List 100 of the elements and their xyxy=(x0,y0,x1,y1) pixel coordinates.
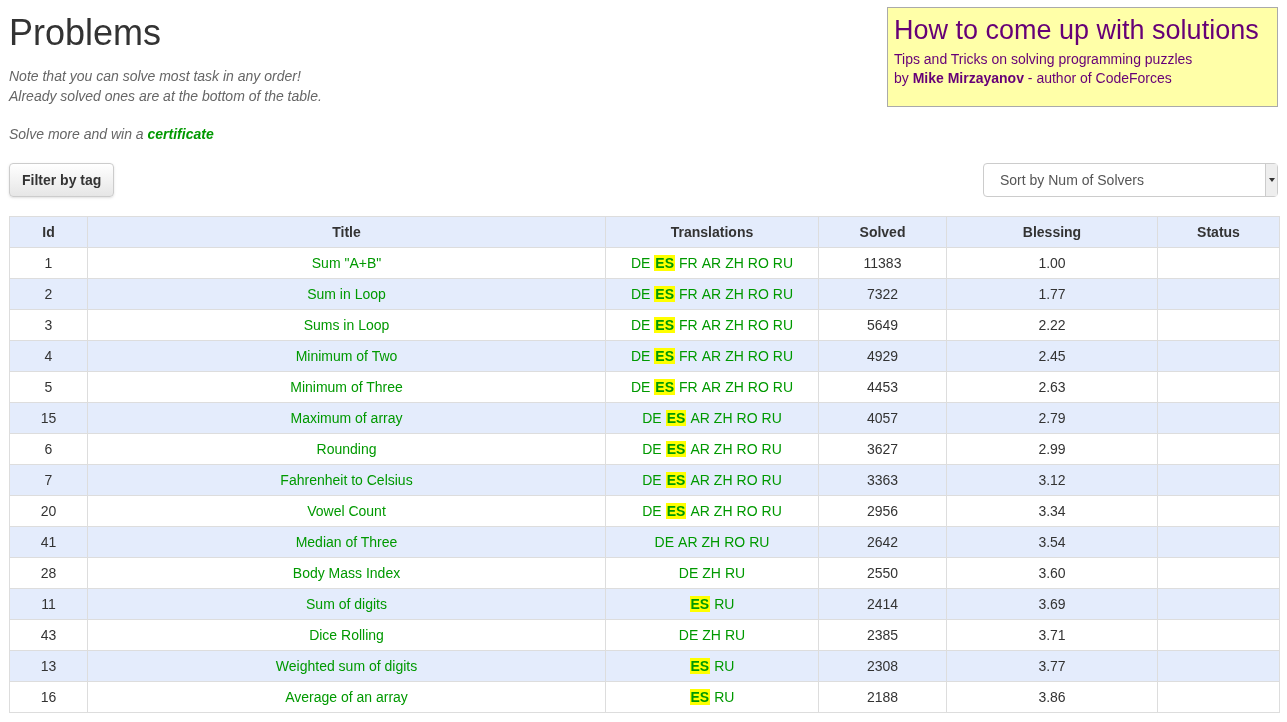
translation-link[interactable]: ZH xyxy=(713,471,733,488)
translation-link[interactable]: RO xyxy=(736,440,758,457)
translation-link[interactable]: RU xyxy=(761,502,782,519)
translation-link[interactable]: ES xyxy=(654,285,676,302)
translation-link[interactable]: RU xyxy=(749,533,770,550)
translation-link[interactable]: ES xyxy=(654,254,676,271)
translation-link[interactable]: RU xyxy=(724,564,746,581)
table-cell: 11383 xyxy=(818,247,947,279)
translation-link[interactable]: FR xyxy=(679,285,698,302)
translation-link[interactable]: ZH xyxy=(725,347,744,364)
translation-link[interactable]: ES xyxy=(665,440,687,457)
sort-select[interactable]: Sort by Num of Solvers xyxy=(983,163,1278,197)
translation-link[interactable]: RO xyxy=(747,316,769,333)
translation-link[interactable]: FR xyxy=(679,316,698,333)
translation-link[interactable]: RU xyxy=(772,347,794,364)
translation-link[interactable]: DE xyxy=(630,254,651,271)
translation-link[interactable]: FR xyxy=(679,347,698,364)
translation-link[interactable]: RO xyxy=(747,285,769,302)
translation-link[interactable]: AR xyxy=(690,471,710,488)
translation-link[interactable]: RU xyxy=(714,595,735,612)
translation-link[interactable]: RU xyxy=(772,285,794,302)
translation-link[interactable]: RO xyxy=(736,409,758,426)
translation-link[interactable]: RO xyxy=(736,471,758,488)
problem-link[interactable]: Fahrenheit to Celsius xyxy=(280,471,413,488)
problem-link[interactable]: Sums in Loop xyxy=(303,316,390,333)
problem-link[interactable]: Minimum of Two xyxy=(295,347,398,364)
translation-link[interactable]: ZH xyxy=(725,316,744,333)
translation-link[interactable]: RU xyxy=(714,657,735,674)
problem-link[interactable]: Rounding xyxy=(316,440,377,457)
translation-link[interactable]: ZH xyxy=(701,533,721,550)
translation-link[interactable]: DE xyxy=(642,440,662,457)
translation-link[interactable]: ES xyxy=(665,409,687,426)
translation-link[interactable]: DE xyxy=(678,626,699,643)
translation-link[interactable]: AR xyxy=(678,533,698,550)
translation-link[interactable]: AR xyxy=(701,254,722,271)
translation-link[interactable]: RO xyxy=(747,254,769,271)
translation-link[interactable]: DE xyxy=(642,502,662,519)
filter-button[interactable]: Filter by tag xyxy=(9,163,115,197)
translation-link[interactable]: DE xyxy=(630,378,651,395)
translation-link[interactable]: RO xyxy=(724,533,746,550)
problem-link[interactable]: Average of an array xyxy=(285,688,408,705)
translation-link[interactable]: RO xyxy=(747,347,769,364)
translation-link[interactable]: DE xyxy=(678,564,699,581)
translation-link[interactable]: ES xyxy=(665,502,687,519)
translation-link[interactable]: RO xyxy=(747,378,769,395)
translation-link[interactable]: ZH xyxy=(725,378,744,395)
problem-link[interactable]: Weighted sum of digits xyxy=(275,657,418,674)
translation-link[interactable]: RU xyxy=(714,688,735,705)
translation-link[interactable]: ZH xyxy=(713,440,733,457)
translation-link[interactable]: ES xyxy=(689,657,711,674)
translation-link[interactable]: ZH xyxy=(702,626,721,643)
translation-link[interactable]: RU xyxy=(761,409,782,426)
translation-link[interactable]: FR xyxy=(679,378,698,395)
translation-link[interactable]: RU xyxy=(724,626,746,643)
problem-link[interactable]: Dice Rolling xyxy=(309,626,384,643)
translation-link[interactable]: RU xyxy=(772,254,794,271)
translation-link[interactable]: ES xyxy=(654,378,676,395)
translation-link[interactable]: RU xyxy=(772,316,794,333)
translation-link[interactable]: RU xyxy=(761,471,782,488)
problem-link[interactable]: Sum "A+B" xyxy=(311,254,382,271)
translation-link[interactable]: AR xyxy=(701,285,722,302)
translation-link[interactable]: RU xyxy=(761,440,782,457)
promo-banner[interactable]: How to come up with solutions Tips and Tricks on solving programming puzzles by Mike Mirzayanov - author of CodeForces xyxy=(887,7,1278,107)
translation-link[interactable]: FR xyxy=(679,254,698,271)
problem-link[interactable]: Vowel Count xyxy=(307,502,386,519)
problem-link[interactable]: Median of Three xyxy=(295,533,398,550)
translation-link[interactable]: ES xyxy=(689,688,711,705)
translation-link[interactable]: DE xyxy=(630,285,651,302)
translation-link[interactable]: ZH xyxy=(725,285,744,302)
translation-link[interactable]: ES xyxy=(689,595,711,612)
translation-link[interactable]: AR xyxy=(690,502,710,519)
translation-link[interactable]: AR xyxy=(701,316,722,333)
table-cell: 2414 xyxy=(818,588,947,620)
translation-link[interactable]: ES xyxy=(654,316,676,333)
translation-link[interactable]: DE xyxy=(630,347,651,364)
translation-link[interactable]: ES xyxy=(665,471,687,488)
translation-link[interactable]: ZH xyxy=(702,564,721,581)
problem-link[interactable]: Maximum of array xyxy=(290,409,403,426)
problem-link[interactable]: Body Mass Index xyxy=(292,564,401,581)
problem-link[interactable]: Sum of digits xyxy=(306,595,387,612)
table-cell: 2.45 xyxy=(946,340,1158,372)
translation-link[interactable]: DE xyxy=(654,533,675,550)
translation-link[interactable]: DE xyxy=(642,409,662,426)
translation-link[interactable]: ZH xyxy=(713,409,733,426)
translation-link[interactable]: AR xyxy=(701,347,722,364)
problem-link[interactable]: Minimum of Three xyxy=(290,378,403,395)
table-cell: 2.22 xyxy=(946,309,1158,341)
translation-link[interactable]: ES xyxy=(654,347,676,364)
translation-link[interactable]: AR xyxy=(701,378,722,395)
translation-link[interactable]: DE xyxy=(642,471,662,488)
problem-link[interactable]: Sum in Loop xyxy=(307,285,386,302)
translation-link[interactable]: DE xyxy=(630,316,651,333)
translation-link[interactable]: ZH xyxy=(725,254,744,271)
caret-icon xyxy=(1265,164,1277,196)
translation-link[interactable]: RO xyxy=(736,502,758,519)
translation-link[interactable]: ZH xyxy=(713,502,733,519)
translation-link[interactable]: AR xyxy=(690,440,710,457)
translation-link[interactable]: RU xyxy=(772,378,794,395)
certificate-link[interactable]: certificate xyxy=(147,126,214,142)
translation-link[interactable]: AR xyxy=(690,409,710,426)
